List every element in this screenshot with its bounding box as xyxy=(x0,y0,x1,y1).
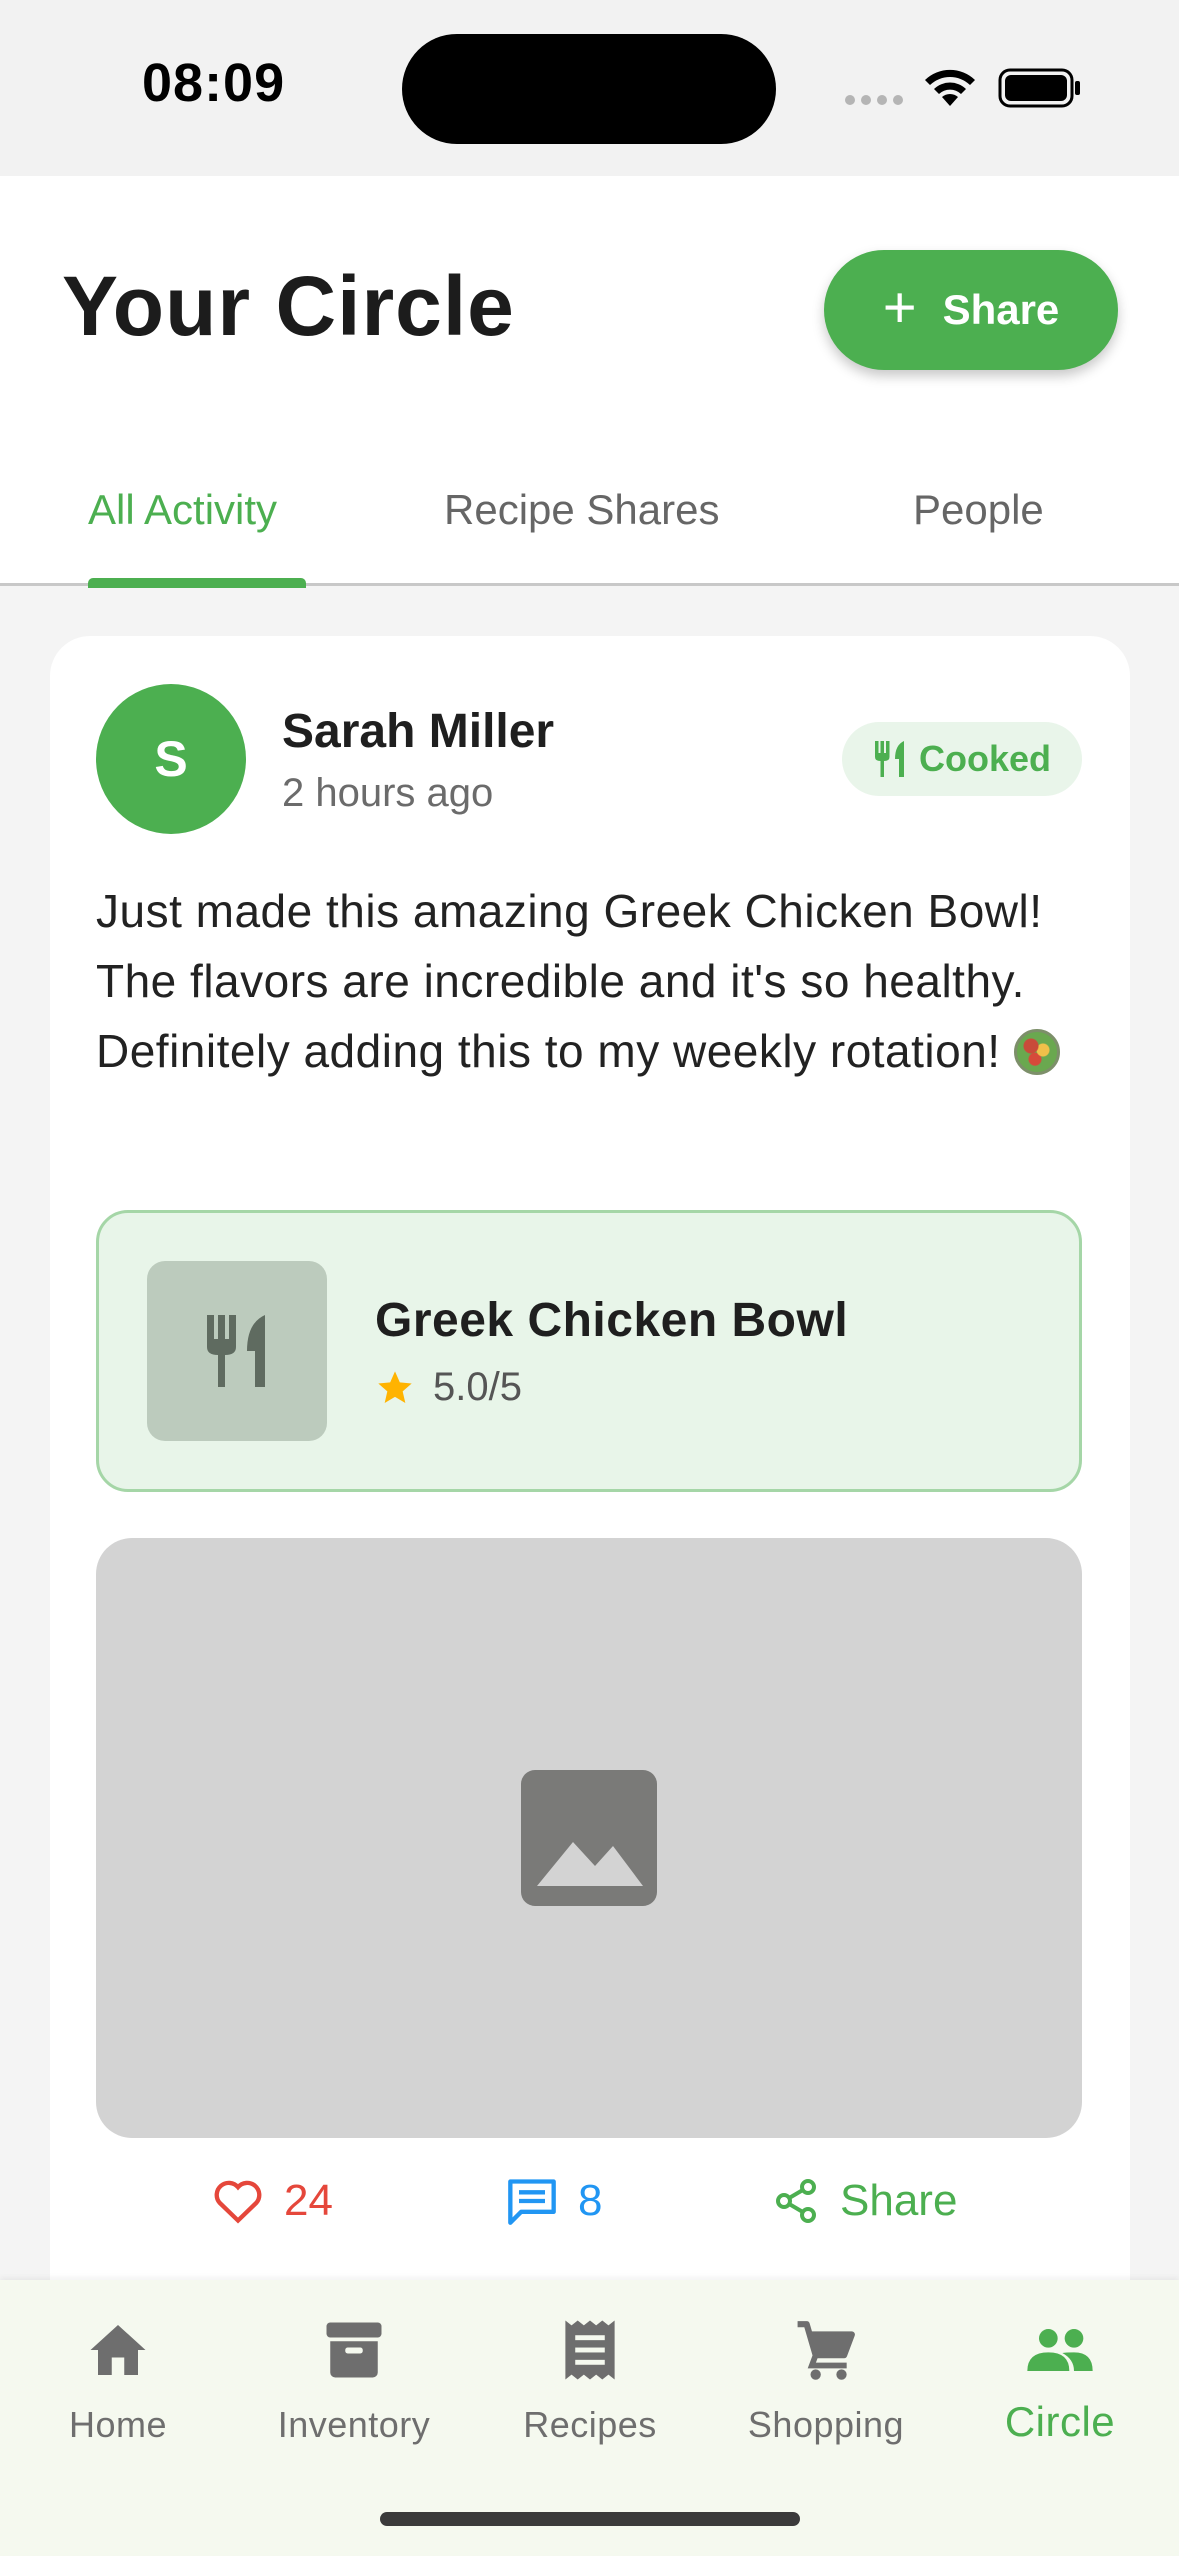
activity-card: S Sarah Miller 2 hours ago Cooked Just m… xyxy=(50,636,1130,2396)
nav-label-shopping: Shopping xyxy=(747,2404,905,2445)
battery-icon xyxy=(998,68,1080,108)
nav-label-inventory: Inventory xyxy=(277,2404,431,2445)
comment-icon xyxy=(508,2179,556,2225)
nav-label-home: Home xyxy=(68,2404,168,2445)
cart-icon xyxy=(797,2321,855,2380)
like-count: 24 xyxy=(284,2176,333,2225)
nav-item-recipes[interactable]: Recipes xyxy=(472,2308,708,2468)
image-icon xyxy=(521,1770,657,1906)
utensils-icon xyxy=(874,741,904,777)
page-title: Your Circle xyxy=(62,259,515,353)
rating-value: 5.0/5 xyxy=(433,1365,522,1409)
share-icon xyxy=(776,2179,816,2223)
inventory-icon xyxy=(326,2322,382,2378)
home-indicator xyxy=(380,2512,800,2526)
status-bar: 08:09 xyxy=(0,0,1179,176)
recipes-icon xyxy=(565,2320,615,2380)
recipe-title: Greek Chicken Bowl xyxy=(375,1294,849,1347)
comment-count: 8 xyxy=(578,2176,603,2225)
share-action-button[interactable]: Share xyxy=(772,2176,957,2226)
star-icon xyxy=(378,1370,412,1403)
green-salad-emoji xyxy=(1013,1029,1060,1075)
recipe-thumbnail xyxy=(147,1261,327,1441)
post-text: Just made this amazing Greek Chicken Bow… xyxy=(96,876,1096,1086)
recipe-rating: 5.0/5 xyxy=(375,1365,522,1410)
header: Your Circle + Share All Activity Recipe … xyxy=(0,176,1179,588)
tab-active-indicator xyxy=(88,578,306,588)
nav-item-inventory[interactable]: Inventory xyxy=(236,2308,472,2468)
tab-recipe-shares[interactable]: Recipe Shares xyxy=(444,476,719,586)
author-name[interactable]: Sarah Miller xyxy=(282,704,554,759)
nav-item-circle[interactable]: Circle xyxy=(942,2308,1178,2468)
nav-item-home[interactable]: Home xyxy=(0,2308,236,2468)
wifi-icon xyxy=(925,69,975,106)
status-time: 08:09 xyxy=(142,53,286,113)
post-timestamp: 2 hours ago xyxy=(282,771,494,815)
people-icon xyxy=(1027,2329,1093,2371)
share-post-button[interactable]: + Share xyxy=(824,250,1118,370)
cooked-badge-label: Cooked xyxy=(918,738,1051,779)
post-image-placeholder[interactable] xyxy=(96,1538,1082,2138)
post-body: Just made this amazing Greek Chicken Bow… xyxy=(96,885,1043,1077)
utensils-icon xyxy=(207,1315,265,1387)
cellular-signal-icon xyxy=(845,95,903,105)
post-actions: 24 8 Share xyxy=(50,2176,1130,2276)
share-button-label: Share xyxy=(942,286,1060,333)
shared-recipe-card[interactable]: Greek Chicken Bowl 5.0/5 xyxy=(96,1210,1082,1492)
nav-item-shopping[interactable]: Shopping xyxy=(708,2308,944,2468)
dynamic-island xyxy=(402,34,776,144)
nav-label-recipes: Recipes xyxy=(523,2404,657,2445)
cooked-badge: Cooked xyxy=(842,722,1082,796)
like-button[interactable]: 24 xyxy=(212,2176,333,2226)
activity-tabs: All Activity Recipe Shares People xyxy=(0,476,1179,586)
tab-all-activity[interactable]: All Activity xyxy=(88,476,277,586)
nav-label-circle: Circle xyxy=(1004,2398,1116,2445)
plus-icon: + xyxy=(882,275,917,340)
tab-people[interactable]: People xyxy=(913,476,1044,586)
home-icon xyxy=(90,2325,146,2375)
comment-button[interactable]: 8 xyxy=(506,2176,602,2226)
heart-icon xyxy=(214,2180,262,2224)
avatar[interactable]: S xyxy=(96,684,246,834)
share-action-label: Share xyxy=(840,2176,958,2225)
